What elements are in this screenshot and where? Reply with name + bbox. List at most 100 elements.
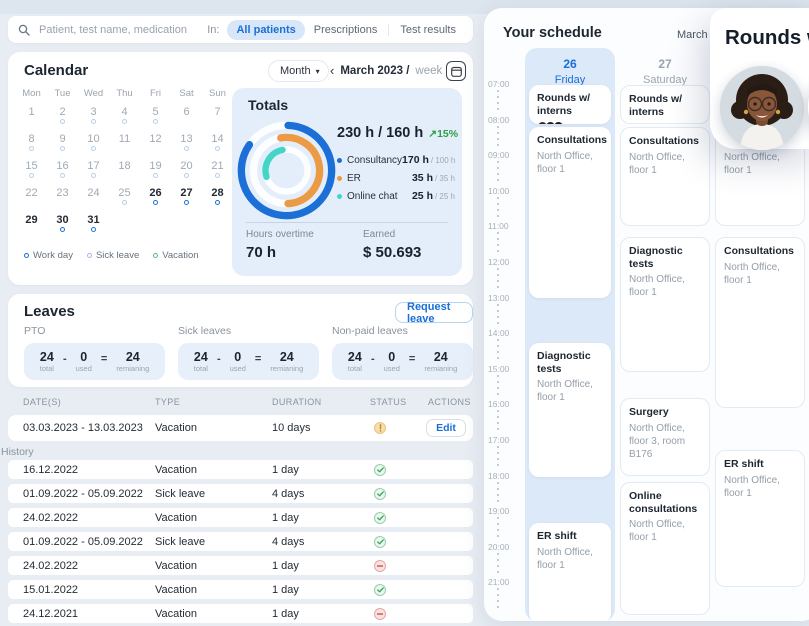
pending-leave-row: 03.03.2023 - 13.03.2023Vacation10 daysEd…	[8, 415, 473, 441]
cell-duration: 4 days	[272, 488, 304, 500]
cell-type: Sick leave	[155, 488, 205, 500]
cell-type: Vacation	[155, 464, 197, 476]
weekday-label: Thu	[109, 88, 140, 99]
calendar-day-28[interactable]: 28	[202, 185, 233, 212]
calendar-day-29[interactable]: 29	[16, 212, 47, 239]
calendar-day-17[interactable]: 17	[78, 158, 109, 185]
calendar-day-27[interactable]: 27	[171, 185, 202, 212]
event-consultations[interactable]: ConsultationsNorth Office, floor 1	[620, 127, 710, 226]
calendar-day-31[interactable]: 31	[78, 212, 109, 239]
event-consultations[interactable]: ConsultationsNorth Office, floor 1	[529, 127, 611, 298]
calendar-day-1[interactable]: 1	[16, 104, 47, 131]
calendar-day-2[interactable]: 2	[47, 104, 78, 131]
event-rounds-w-interns[interactable]: Rounds w/ interns	[529, 85, 611, 124]
day-number: 31	[78, 212, 109, 226]
calendar-day-7[interactable]: 7	[202, 104, 233, 131]
calendar-view-dropdown[interactable]: Month ▾	[268, 60, 329, 82]
calendar-day-10[interactable]: 10	[78, 131, 109, 158]
totals-title: Totals	[248, 97, 288, 113]
day-number: 21	[202, 158, 233, 172]
weekday-label: Fri	[140, 88, 171, 99]
calendar-day-15[interactable]: 15	[16, 158, 47, 185]
event-er-shift[interactable]: ER shiftNorth Office, floor 1	[715, 450, 805, 587]
edit-button[interactable]: Edit	[426, 419, 466, 437]
event-surgery[interactable]: SurgeryNorth Office, floor 3, room B176	[620, 398, 710, 476]
day-number: 15	[16, 158, 47, 172]
app-root: In: All patientsPrescriptionsTest result…	[0, 0, 809, 626]
work-day-dot	[153, 119, 158, 124]
calendar-day-6[interactable]: 6	[171, 104, 202, 131]
event-diagnostic-tests[interactable]: Diagnostic testsNorth Office, floor 1	[529, 343, 611, 477]
balance-number: 24	[194, 351, 208, 364]
calendar-day-5[interactable]: 5	[140, 104, 171, 131]
day-number: 19	[140, 158, 171, 172]
leave-type-sick-leaves: Sick leaves24total-0used=24remianing	[178, 325, 319, 380]
event-er-shift[interactable]: ER shiftNorth Office, floor 1	[529, 523, 611, 621]
calendar-day-26[interactable]: 26	[140, 185, 171, 212]
calendar-nav: ‹ March 2023 / week 9 ›	[330, 64, 462, 77]
calendar-day-22[interactable]: 22	[16, 185, 47, 212]
calendar-day-16[interactable]: 16	[47, 158, 78, 185]
event-online-consultations[interactable]: Online consultationsNorth Office, floor …	[620, 482, 710, 615]
search-input[interactable]	[37, 23, 203, 37]
day-number: 23	[47, 185, 78, 199]
request-leave-button[interactable]: Request leave	[395, 302, 473, 323]
event-location: North Office, floor 1	[629, 518, 701, 544]
event-location: North Office, floor 1	[537, 378, 603, 404]
history-row: 24.12.2021Vacation1 day	[8, 604, 473, 623]
calendar-day-24[interactable]: 24	[78, 185, 109, 212]
calendar-day-13[interactable]: 13	[171, 131, 202, 158]
cell-type: Vacation	[155, 512, 197, 524]
time-label: 12:00	[488, 257, 509, 267]
schedule-column-26: 26FridayRounds w/ internsConsultationsNo…	[525, 48, 615, 621]
balance-number: 24	[348, 351, 362, 364]
balance-number: 24	[40, 351, 54, 364]
work-day-dot	[29, 173, 34, 178]
calendar-picker-button[interactable]	[446, 61, 466, 81]
calendar-day-21[interactable]: 21	[202, 158, 233, 185]
scope-tab-prescriptions[interactable]: Prescriptions	[305, 20, 387, 40]
event-location: North Office, floor 1	[724, 151, 796, 177]
time-dotted-line	[497, 304, 499, 328]
day-number: 29	[16, 212, 47, 226]
balance-used: 0used	[76, 351, 92, 373]
legend-label: Vacation	[162, 250, 198, 261]
tab-divider	[388, 24, 389, 36]
weekday-label: Wed	[78, 88, 109, 99]
calendar-day-14[interactable]: 14	[202, 131, 233, 158]
earned-value: $ 50.693	[363, 244, 421, 261]
event-diagnostic-tests[interactable]: Diagnostic testsNorth Office, floor 1	[620, 237, 710, 372]
balance-sublabel: used	[230, 365, 246, 373]
calendar-day-9[interactable]: 9	[47, 131, 78, 158]
column-header: 26Friday	[525, 48, 615, 88]
calendar-day-20[interactable]: 20	[171, 158, 202, 185]
calendar-day-8[interactable]: 8	[16, 131, 47, 158]
calendar-day-11[interactable]: 11	[109, 131, 140, 158]
time-label: 11:00	[488, 221, 509, 231]
time-dotted-line	[497, 553, 499, 577]
event-location: North Office, floor 1	[724, 261, 796, 287]
calendar-day-12[interactable]: 12	[140, 131, 171, 158]
calendar-day-30[interactable]: 30	[47, 212, 78, 239]
column-header-duration: DURATION	[272, 397, 322, 407]
event-consultations[interactable]: ConsultationsNorth Office, floor 1	[715, 237, 805, 408]
scope-tab-test-results[interactable]: Test results	[391, 20, 465, 40]
leave-type-label: Non-paid leaves	[332, 325, 473, 337]
calendar-day-4[interactable]: 4	[109, 104, 140, 131]
scope-tab-all-patients[interactable]: All patients	[227, 20, 304, 40]
calendar-day-33	[140, 212, 171, 239]
calendar-day-19[interactable]: 19	[140, 158, 171, 185]
calendar-day-3[interactable]: 3	[78, 104, 109, 131]
calendar-day-23[interactable]: 23	[47, 185, 78, 212]
donut-arc-er	[248, 132, 325, 209]
cell-type: Vacation	[155, 560, 197, 572]
status-denied-icon	[374, 560, 386, 572]
event-rounds-w-interns[interactable]: Rounds w/ interns	[620, 85, 710, 124]
time-dotted-line	[497, 446, 499, 470]
cell-duration: 1 day	[272, 512, 299, 524]
prev-week-button[interactable]: ‹	[330, 64, 334, 77]
calendar-day-18[interactable]: 18	[109, 158, 140, 185]
work-day-dot	[60, 119, 65, 124]
calendar-day-25[interactable]: 25	[109, 185, 140, 212]
event-title: Rounds w/ interns	[629, 93, 701, 118]
